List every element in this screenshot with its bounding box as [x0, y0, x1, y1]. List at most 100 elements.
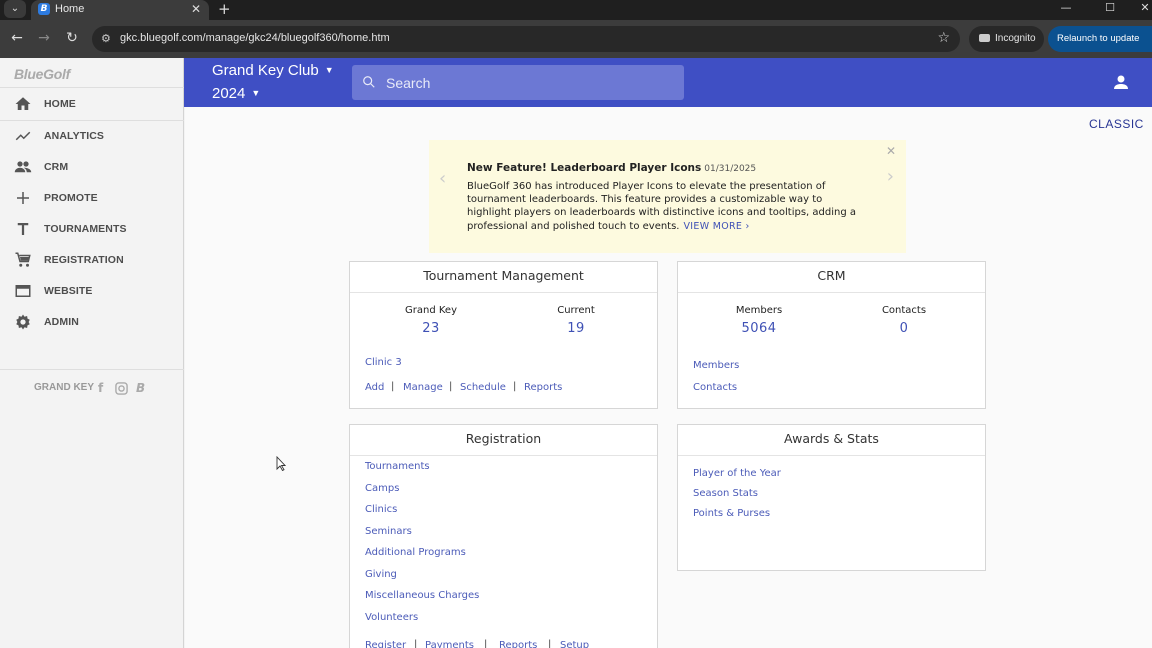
- announcement-body: BlueGolf 360 has introduced Player Icons…: [467, 180, 867, 233]
- points-purses-link[interactable]: Points & Purses: [693, 508, 770, 519]
- window-close-icon[interactable]: ✕: [1128, 0, 1152, 16]
- mouse-cursor-icon: [276, 456, 286, 471]
- dashboard-main: CLASSIC ✕ ‹ › New Feature! Leaderboard P…: [185, 107, 1152, 648]
- search-input[interactable]: [386, 65, 676, 100]
- crm-card: CRM Members 5064 Contacts 0 Members Cont…: [677, 261, 986, 409]
- separator: |: [484, 639, 488, 648]
- site-settings-icon[interactable]: ⚙: [101, 32, 115, 46]
- close-icon[interactable]: ✕: [886, 144, 896, 158]
- season-stats-link[interactable]: Season Stats: [693, 488, 758, 499]
- sidebar-item-registration[interactable]: REGISTRATION: [0, 246, 183, 274]
- address-bar[interactable]: ⚙ gkc.bluegolf.com/manage/gkc24/bluegolf…: [92, 26, 960, 52]
- announcement-title: New Feature! Leaderboard Player Icons 01/…: [467, 162, 756, 174]
- registration-reports-link[interactable]: Reports: [499, 640, 537, 648]
- registration-link-misc-charges[interactable]: Miscellaneous Charges: [365, 590, 479, 601]
- trend-icon: [15, 131, 31, 141]
- tournament-management-card: Tournament Management Grand Key 23 Curre…: [349, 261, 658, 409]
- back-arrow-icon[interactable]: ←: [8, 29, 26, 47]
- bluegolf-favicon-icon: B: [38, 3, 50, 15]
- announcement-title-text: New Feature! Leaderboard Player Icons: [467, 162, 702, 174]
- sidebar-item-crm[interactable]: CRM: [0, 153, 183, 181]
- registration-link-volunteers[interactable]: Volunteers: [365, 612, 418, 623]
- player-of-the-year-link[interactable]: Player of the Year: [693, 468, 781, 479]
- search-box[interactable]: [352, 65, 684, 100]
- new-tab-plus-icon[interactable]: +: [218, 0, 231, 18]
- browser-window-icon: [15, 285, 31, 297]
- sidebar-item-tournaments[interactable]: TOURNAMENTS: [0, 215, 183, 243]
- incognito-badge[interactable]: Incognito: [969, 26, 1044, 52]
- sidebar-item-admin[interactable]: ADMIN: [0, 308, 183, 336]
- browser-toolbar: ← → ↻ ⚙ gkc.bluegolf.com/manage/gkc24/bl…: [0, 20, 1152, 58]
- caret-down-icon: ▼: [251, 88, 261, 98]
- registration-link-giving[interactable]: Giving: [365, 569, 397, 580]
- chevron-right-icon[interactable]: ›: [887, 166, 894, 187]
- contacts-link[interactable]: Contacts: [693, 382, 737, 393]
- sidebar-divider: [0, 87, 184, 88]
- card-title: Tournament Management: [350, 262, 657, 293]
- tournament-t-icon: [17, 223, 29, 235]
- registration-card: Registration Tournaments Camps Clinics S…: [349, 424, 658, 648]
- home-icon: [15, 97, 31, 110]
- stat-value[interactable]: 23: [371, 321, 491, 336]
- payments-link[interactable]: Payments: [425, 640, 474, 648]
- reports-link[interactable]: Reports: [524, 382, 562, 393]
- awards-stats-card: Awards & Stats Player of the Year Season…: [677, 424, 986, 571]
- announcement-date: 01/31/2025: [704, 164, 757, 174]
- separator: |: [548, 639, 552, 648]
- browser-tab-home[interactable]: B Home ✕: [31, 0, 209, 20]
- facebook-icon[interactable]: f: [98, 381, 103, 395]
- registration-link-clinics[interactable]: Clinics: [365, 504, 397, 515]
- bluegolf-icon[interactable]: B: [136, 381, 145, 395]
- club-selector[interactable]: Grand Key Club ▼: [212, 62, 334, 79]
- manage-link[interactable]: Manage: [403, 382, 443, 393]
- stat-value[interactable]: 5064: [699, 321, 819, 336]
- caret-down-icon: ▼: [324, 65, 334, 75]
- bookmark-star-icon[interactable]: ☆: [937, 30, 950, 46]
- club-footer-label: GRAND KEY: [34, 382, 95, 393]
- cart-icon: [15, 252, 31, 267]
- add-link[interactable]: Add: [365, 382, 384, 393]
- separator: |: [414, 639, 418, 648]
- tab-close-icon[interactable]: ✕: [191, 2, 201, 16]
- stat-value[interactable]: 0: [844, 321, 964, 336]
- sidebar-divider: [0, 120, 184, 121]
- chevron-left-icon[interactable]: ‹: [439, 168, 446, 189]
- sidebar-item-label: ADMIN: [44, 316, 79, 328]
- sidebar-item-label: REGISTRATION: [44, 254, 124, 266]
- instagram-icon[interactable]: [115, 382, 128, 395]
- sidebar-item-home[interactable]: HOME: [0, 90, 183, 118]
- relaunch-to-update-button[interactable]: Relaunch to update: [1048, 26, 1152, 52]
- maximize-icon[interactable]: ☐: [1093, 0, 1127, 16]
- tab-title: Home: [55, 3, 85, 15]
- setup-link[interactable]: Setup: [560, 640, 589, 648]
- forward-arrow-icon[interactable]: →: [35, 29, 53, 47]
- sidebar-item-website[interactable]: WEBSITE: [0, 277, 183, 305]
- stat-label: Grand Key: [405, 305, 457, 316]
- stat-value[interactable]: 19: [516, 321, 636, 336]
- sidebar-item-analytics[interactable]: ANALYTICS: [0, 122, 183, 150]
- announcement-text: BlueGolf 360 has introduced Player Icons…: [467, 181, 857, 232]
- schedule-link[interactable]: Schedule: [460, 382, 506, 393]
- season-selector[interactable]: 2024 ▼: [212, 85, 260, 102]
- url-text[interactable]: gkc.bluegolf.com/manage/gkc24/bluegolf36…: [120, 32, 390, 44]
- view-more-link[interactable]: VIEW MORE ›: [684, 221, 750, 232]
- sidebar-item-promote[interactable]: PROMOTE: [0, 184, 183, 212]
- incognito-icon: [979, 34, 990, 42]
- sidebar-item-label: WEBSITE: [44, 285, 93, 297]
- reload-icon[interactable]: ↻: [63, 29, 81, 47]
- register-link[interactable]: Register: [365, 640, 406, 648]
- members-link[interactable]: Members: [693, 360, 739, 371]
- registration-link-seminars[interactable]: Seminars: [365, 526, 412, 537]
- tab-search-menu-button[interactable]: ⌄: [4, 0, 26, 18]
- sidebar-item-label: HOME: [44, 98, 76, 110]
- club-name: Grand Key Club: [212, 62, 319, 79]
- user-account-icon[interactable]: [1113, 74, 1129, 90]
- bluegolf-logo[interactable]: BlueGolf: [14, 66, 70, 82]
- registration-link-additional-programs[interactable]: Additional Programs: [365, 547, 466, 558]
- featured-event-link[interactable]: Clinic 3: [365, 357, 402, 368]
- registration-link-camps[interactable]: Camps: [365, 483, 399, 494]
- classic-view-link[interactable]: CLASSIC: [1089, 117, 1144, 131]
- registration-link-tournaments[interactable]: Tournaments: [365, 461, 430, 472]
- sidebar-item-label: TOURNAMENTS: [44, 223, 127, 235]
- minimize-icon[interactable]: —: [1049, 0, 1083, 16]
